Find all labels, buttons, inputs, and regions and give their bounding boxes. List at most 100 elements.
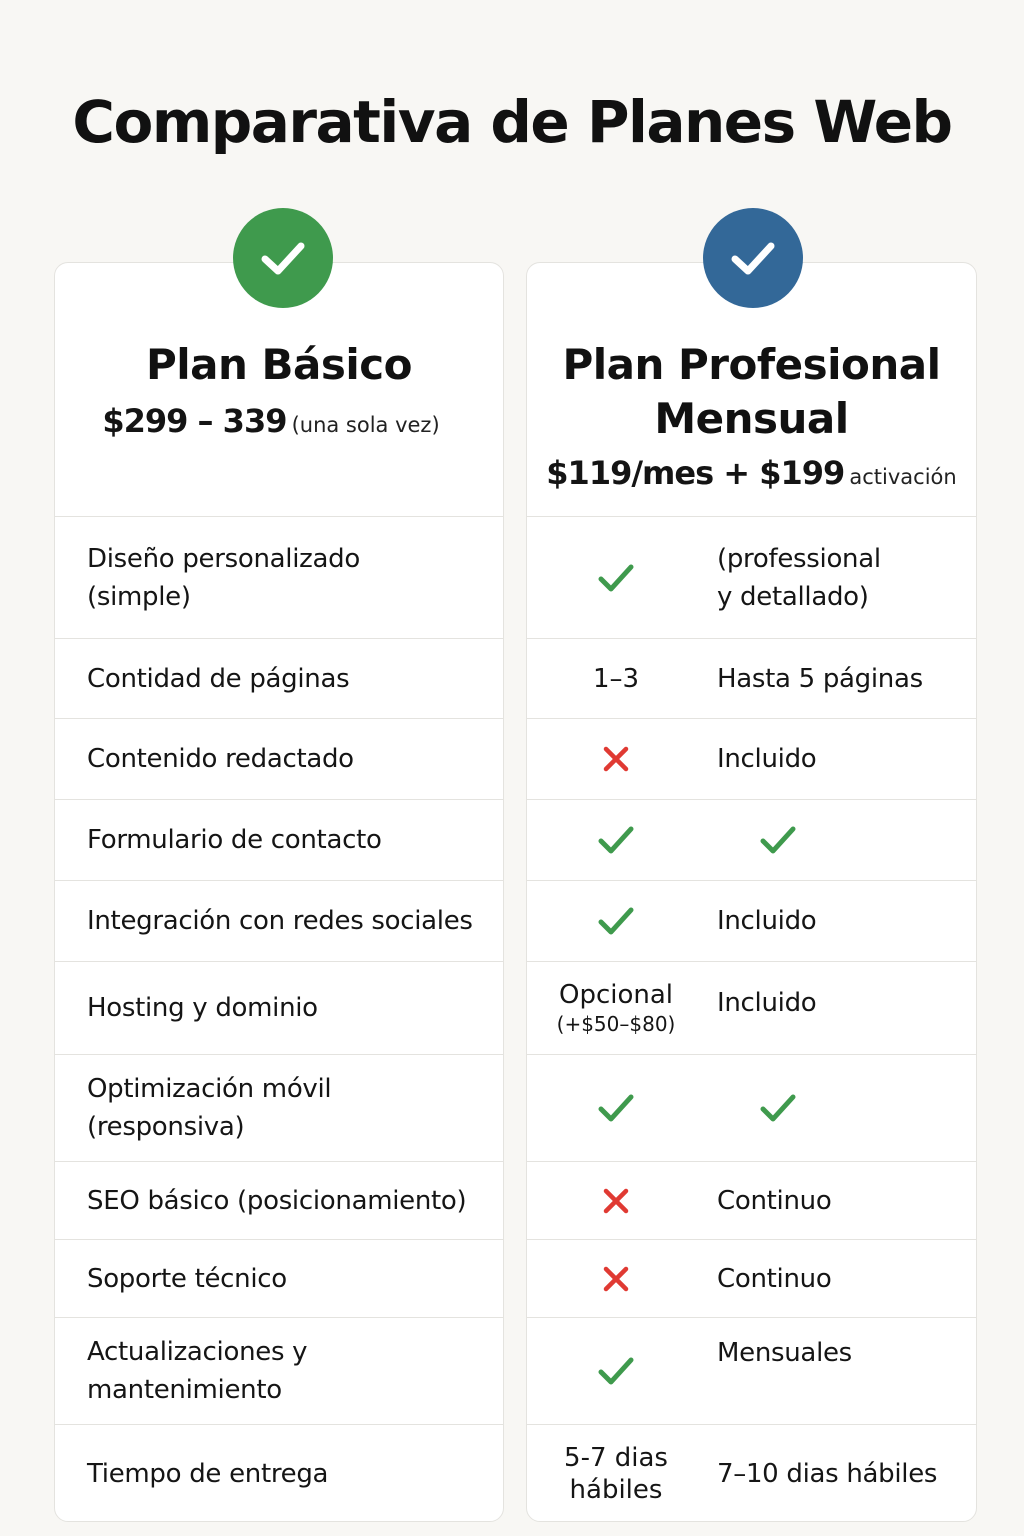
check-icon — [261, 242, 305, 275]
pro-plan-value-text: Incluido — [717, 906, 817, 936]
feature-label-line: Diseño personalizado — [87, 543, 360, 574]
pro-plan-value: Incluido — [717, 719, 968, 799]
check-icon — [598, 826, 634, 854]
basic-plan-price-line: $299 – 339 (una sola vez) — [55, 402, 503, 440]
feature-label: SEO básico (posicionamiento) — [55, 1182, 467, 1220]
feature-label: Hosting y dominio — [55, 989, 318, 1027]
feature-label-line: Tiempo de entrega — [87, 1458, 329, 1489]
cross-icon — [603, 1188, 629, 1213]
feature-row: Formulario de contacto — [55, 800, 503, 881]
check-icon — [731, 242, 775, 275]
basic-plan-value — [527, 800, 705, 880]
basic-plan-value — [527, 1162, 705, 1239]
pro-plan-value: Continuo — [717, 1240, 968, 1317]
basic-plan-value-text: 5-7 dias — [564, 1442, 668, 1473]
pro-plan-value: Hasta 5 páginas — [717, 639, 968, 718]
feature-row: Tiempo de entrega — [55, 1425, 503, 1521]
feature-label: Contenido redactado — [55, 740, 354, 778]
basic-plan-price: $299 – 339 — [102, 402, 287, 440]
feature-label-line: Optimización móvil — [87, 1074, 332, 1104]
pro-plan-value-text: Continuo — [717, 1263, 832, 1294]
basic-plan-value: 1–3 — [527, 639, 705, 718]
feature-value-row: Mensuales — [527, 1318, 976, 1425]
feature-value-row — [527, 1055, 976, 1162]
basic-plan-check-badge-icon — [233, 208, 333, 308]
basic-plan-value — [527, 719, 705, 799]
feature-row: Actualizaciones y mantenimiento — [55, 1318, 503, 1425]
basic-plan-value-note: (+$50–$80) — [556, 1012, 676, 1036]
basic-plan-value — [527, 1055, 705, 1161]
page-title: Comparativa de Planes Web — [72, 88, 953, 156]
feature-label-line: Contenido redactado — [87, 744, 354, 774]
check-icon — [598, 1094, 634, 1122]
feature-label-line: SEO básico (posicionamiento) — [87, 1185, 467, 1216]
feature-value-row: Incluido — [527, 719, 976, 800]
basic-plan-value-text: Opcional — [558, 980, 674, 1010]
feature-label-list: Diseño personalizado (simple) Contidad de … — [55, 517, 503, 1521]
pro-plan-price: $119/mes + $199 — [546, 454, 845, 492]
basic-plan-value — [527, 1240, 705, 1317]
feature-row: Hosting y dominio — [55, 962, 503, 1055]
feature-row: Diseño personalizado (simple) — [55, 517, 503, 639]
feature-value-row: Incluido — [527, 881, 976, 962]
pro-plan-name-line2: Mensual — [654, 394, 849, 443]
feature-label: Diseño personalizado (simple) — [55, 540, 360, 616]
feature-label-line: mantenimiento — [87, 1375, 282, 1405]
pro-plan-value-line: (professional — [717, 543, 881, 574]
pro-plan-value: Incluido — [717, 881, 968, 961]
feature-label-line: Contidad de páginas — [87, 663, 350, 694]
feature-row: Soporte técnico — [55, 1240, 503, 1318]
pro-plan-card: Plan Profesional Mensual $119/mes + $199… — [526, 262, 977, 1522]
pro-plan-value-text: Incluido — [717, 744, 817, 774]
pro-plan-value-text: Mensuales — [717, 1338, 852, 1368]
pro-plan-price-note: activación — [849, 465, 957, 489]
check-icon — [598, 907, 634, 935]
feature-label-line: (simple) — [87, 581, 191, 612]
feature-label: Formulario de contacto — [55, 821, 382, 859]
feature-label-line: Formulario de contacto — [87, 825, 382, 855]
basic-plan-value — [527, 517, 705, 638]
pro-plan-check-badge-icon — [703, 208, 803, 308]
check-icon — [598, 564, 634, 591]
feature-label-line: Integración con redes sociales — [87, 906, 473, 936]
pro-plan-value — [759, 1055, 968, 1161]
cross-icon — [603, 1266, 629, 1291]
basic-plan-value: Opcional (+$50–$80) — [527, 962, 705, 1054]
cross-icon — [603, 746, 629, 772]
check-icon — [760, 826, 796, 854]
pro-plan-value: Incluido — [717, 962, 968, 1054]
basic-plan-value: 5-7 dias hábiles — [527, 1425, 705, 1521]
basic-plan-price-note: (una sola vez) — [291, 413, 440, 437]
feature-value-row: Continuo — [527, 1240, 976, 1318]
pro-plan-value: Continuo — [717, 1162, 968, 1239]
feature-label: Actualizaciones y mantenimiento — [55, 1333, 308, 1409]
feature-label-line: Hosting y dominio — [87, 993, 318, 1023]
pro-plan-value: (professional y detallado) — [717, 517, 968, 638]
feature-row: Integración con redes sociales — [55, 881, 503, 962]
feature-row: Contidad de páginas — [55, 639, 503, 719]
feature-label-line: (responsiva) — [87, 1112, 245, 1142]
feature-label: Soporte técnico — [55, 1260, 287, 1298]
feature-label: Integración con redes sociales — [55, 902, 473, 940]
feature-label-line: Soporte técnico — [87, 1263, 287, 1294]
feature-value-row: (professional y detallado) — [527, 517, 976, 639]
check-icon — [598, 1357, 634, 1385]
pro-plan-value — [759, 800, 968, 880]
pro-plan-price-line: $119/mes + $199 activación — [527, 454, 976, 492]
feature-label: Tiempo de entrega — [55, 1455, 329, 1493]
pro-plan-value: Mensuales — [717, 1318, 968, 1424]
feature-row: Optimización móvil (responsiva) — [55, 1055, 503, 1162]
check-icon — [760, 1094, 796, 1122]
feature-label-line: Actualizaciones y — [87, 1337, 308, 1367]
pro-plan-value-text: 7–10 dias hábiles — [717, 1458, 938, 1489]
feature-value-row: Opcional (+$50–$80) Incluido — [527, 962, 976, 1055]
feature-value-list: (professional y detallado) 1–3 Hasta 5 pági… — [527, 517, 976, 1521]
basic-plan-card: Plan Básico $299 – 339 (una sola vez) Di… — [54, 262, 504, 1522]
feature-value-row: 5-7 dias hábiles 7–10 dias hábiles — [527, 1425, 976, 1521]
feature-value-row: Continuo — [527, 1162, 976, 1240]
feature-value-row: 1–3 Hasta 5 páginas — [527, 639, 976, 719]
pro-plan-name-line1: Plan Profesional — [562, 340, 941, 389]
pro-plan-value-text: Hasta 5 páginas — [717, 663, 923, 694]
pro-plan-value-line: y detallado) — [717, 581, 869, 612]
pro-plan-value-text: (professional y detallado) — [717, 540, 881, 616]
